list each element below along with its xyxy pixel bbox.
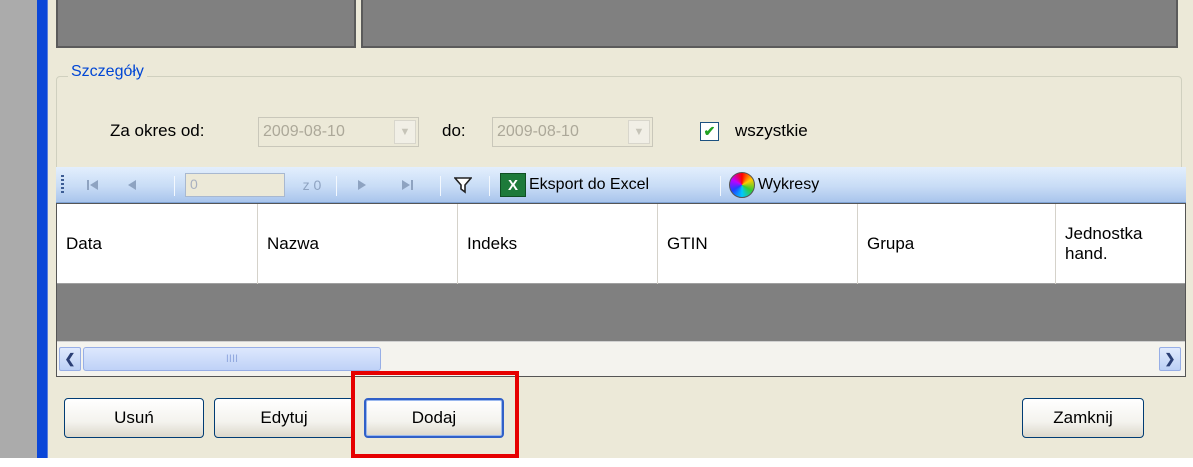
to-label: do: <box>442 121 466 140</box>
filter-icon[interactable] <box>449 167 477 203</box>
top-right-panel <box>361 0 1178 48</box>
toolbar-separator <box>489 176 490 196</box>
column-header-grupa[interactable]: Grupa <box>858 204 1056 284</box>
to-date-picker[interactable]: 2009-08-10 ▼ <box>492 117 653 147</box>
column-header-gtin[interactable]: GTIN <box>658 204 858 284</box>
toolbar-separator <box>174 176 175 196</box>
close-button[interactable]: Zamknij <box>1022 398 1144 438</box>
details-group-title: Szczegóły <box>68 63 147 81</box>
horizontal-scrollbar[interactable]: ❮ IIII ❯ <box>57 341 1185 376</box>
data-grid: Data Nazwa Indeks GTIN Grupa Jednostka h… <box>56 203 1186 377</box>
from-label: Za okres od: <box>110 121 205 140</box>
color-wheel-icon <box>729 172 755 198</box>
chevron-down-icon[interactable]: ▼ <box>628 120 650 144</box>
position-input[interactable]: 0 <box>185 173 285 197</box>
export-excel-label: Eksport do Excel <box>529 176 650 193</box>
next-record-icon[interactable] <box>348 167 376 203</box>
export-excel-button[interactable]: X Eksport do Excel <box>500 167 715 203</box>
toolbar-separator <box>720 176 721 196</box>
column-header-jednostka-line2: hand. <box>1065 244 1108 263</box>
all-checkbox[interactable]: ✔ <box>700 122 719 141</box>
last-record-icon[interactable] <box>392 167 422 203</box>
column-header-jednostka-line1: Jednostka <box>1065 223 1143 243</box>
all-label: wszystkie <box>735 121 808 140</box>
column-header-jednostka[interactable]: Jednostka hand. <box>1056 204 1185 284</box>
first-record-icon[interactable] <box>78 167 108 203</box>
column-header-indeks[interactable]: Indeks <box>458 204 658 284</box>
from-date-picker[interactable]: 2009-08-10 ▼ <box>258 117 419 147</box>
edit-button[interactable]: Edytuj <box>214 398 354 438</box>
checkmark-icon: ✔ <box>703 123 716 139</box>
navigator-toolbar: 0 z 0 X Eksport do Excel Wykresy <box>56 167 1186 203</box>
toolbar-separator <box>440 176 441 196</box>
delete-button[interactable]: Usuń <box>64 398 204 438</box>
highlight-frame <box>351 371 519 458</box>
window-client: Szczegóły Za okres od: 2009-08-10 ▼ do: … <box>47 0 1193 458</box>
scroll-left-icon[interactable]: ❮ <box>59 347 81 371</box>
column-header-nazwa[interactable]: Nazwa <box>258 204 458 284</box>
excel-icon: X <box>500 173 526 197</box>
bottom-edge <box>0 458 1193 467</box>
grid-header: Data Nazwa Indeks GTIN Grupa Jednostka h… <box>57 204 1185 284</box>
grid-rows-area <box>57 284 1185 340</box>
from-date-value: 2009-08-10 <box>263 123 345 140</box>
top-left-panel <box>56 0 356 48</box>
toolbar-separator <box>336 176 337 196</box>
record-count-label: z 0 <box>302 177 322 193</box>
column-header-data[interactable]: Data <box>57 204 258 284</box>
scroll-thumb[interactable]: IIII <box>83 347 381 371</box>
toolbar-grip-icon[interactable] <box>61 175 64 195</box>
charts-label: Wykresy <box>758 176 820 193</box>
previous-record-icon[interactable] <box>118 167 146 203</box>
charts-button[interactable]: Wykresy <box>729 167 859 203</box>
chevron-down-icon[interactable]: ▼ <box>394 120 416 144</box>
scroll-right-icon[interactable]: ❯ <box>1159 347 1181 371</box>
to-date-value: 2009-08-10 <box>497 123 579 140</box>
